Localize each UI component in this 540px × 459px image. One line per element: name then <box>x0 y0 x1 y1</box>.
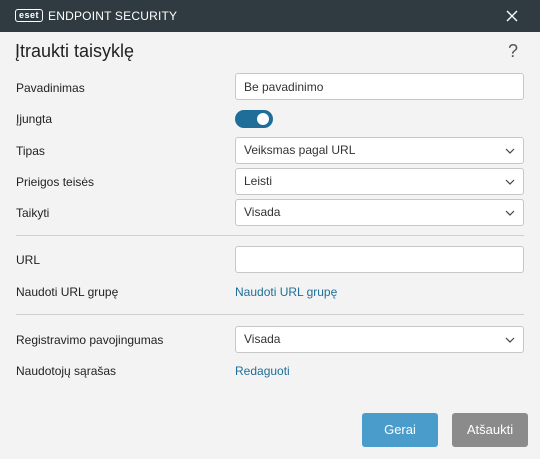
apply-select[interactable]: Visada <box>235 199 524 226</box>
name-field[interactable] <box>235 73 524 100</box>
use-group-label: Naudoti URL grupę <box>16 285 119 299</box>
type-label: Tipas <box>16 144 45 158</box>
close-icon[interactable] <box>504 8 520 24</box>
access-label: Prieigos teisės <box>16 175 95 189</box>
type-select-value: Veiksmas pagal URL <box>244 143 356 157</box>
type-select[interactable]: Veiksmas pagal URL <box>235 137 524 164</box>
log-severity-select-value: Visada <box>244 332 281 346</box>
logo-badge: eset <box>15 9 44 22</box>
access-select[interactable]: Leisti <box>235 168 524 195</box>
apply-select-value: Visada <box>244 205 281 219</box>
chevron-down-icon <box>505 210 515 216</box>
log-severity-label: Registravimo pavojingumas <box>16 333 164 347</box>
cancel-button[interactable]: Atšaukti <box>452 413 528 447</box>
chevron-down-icon <box>505 337 515 343</box>
apply-label: Taikyti <box>16 206 50 220</box>
ok-button[interactable]: Gerai <box>362 413 438 447</box>
chevron-down-icon <box>505 179 515 185</box>
user-list-label: Naudotojų sąrašas <box>16 364 117 378</box>
use-group-link[interactable]: Naudoti URL grupę <box>235 285 337 299</box>
enabled-label: Įjungta <box>16 112 53 126</box>
toggle-knob <box>257 113 269 125</box>
product-name: ENDPOINT SECURITY <box>48 8 178 23</box>
divider <box>16 235 524 236</box>
divider <box>16 314 524 315</box>
edit-user-list-link[interactable]: Redaguoti <box>235 364 290 378</box>
title-bar: eset ENDPOINT SECURITY <box>0 0 540 32</box>
name-label: Pavadinimas <box>16 81 85 95</box>
url-label: URL <box>16 253 41 267</box>
dialog-title: Įtraukti taisyklę <box>15 41 135 61</box>
eset-logo: eset ENDPOINT SECURITY <box>15 8 178 23</box>
help-icon[interactable]: ? <box>508 41 518 62</box>
log-severity-select[interactable]: Visada <box>235 326 524 353</box>
access-select-value: Leisti <box>244 174 273 188</box>
enabled-toggle[interactable] <box>235 110 273 128</box>
chevron-down-icon <box>505 148 515 154</box>
url-field[interactable] <box>235 246 524 273</box>
